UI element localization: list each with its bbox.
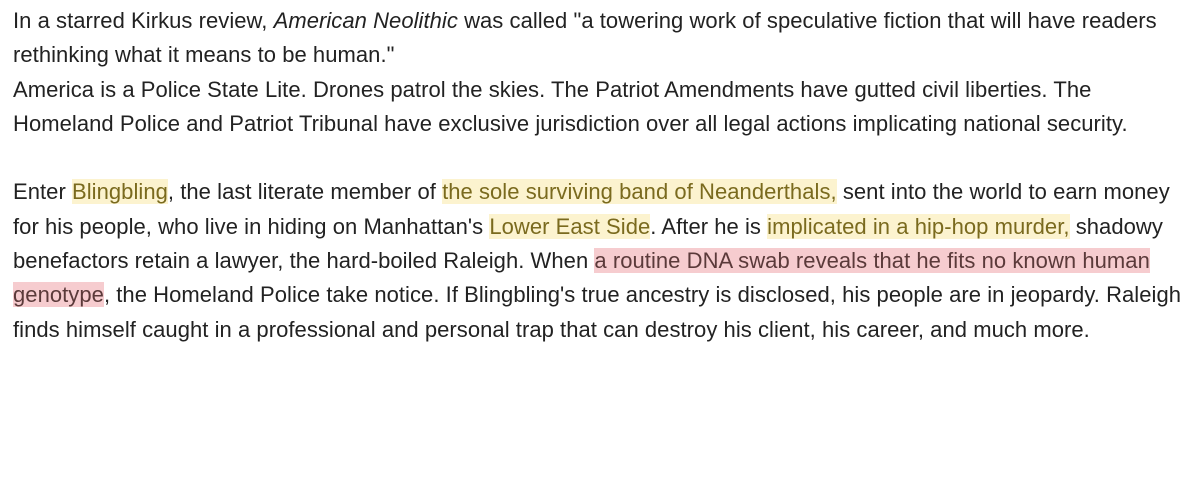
highlight-lower-east-side: Lower East Side [489,213,651,239]
highlight-blingbling: Blingbling [72,179,168,205]
paragraph-plot: Enter Blingbling, the last literate memb… [13,175,1189,346]
book-title: American Neolithic [273,8,458,33]
plot-text-1: Enter [13,179,72,205]
paragraph-kirkus-review: In a starred Kirkus review, American Neo… [13,4,1189,73]
highlight-hiphop-murder: implicated in a hip-hop murder, [767,213,1070,239]
highlight-neanderthals: the sole surviving band of Neanderthals, [442,179,837,205]
plot-text-2: , the last literate member of [167,179,443,205]
plot-text-4: . After he is [650,213,768,239]
review-intro-text: In a starred Kirkus review, [13,8,274,33]
plot-text-6: , the Homeland Police take notice. If Bl… [13,282,1182,342]
paragraph-setting: America is a Police State Lite. Drones p… [13,76,1128,136]
document-body: In a starred Kirkus review, American Neo… [13,4,1189,347]
